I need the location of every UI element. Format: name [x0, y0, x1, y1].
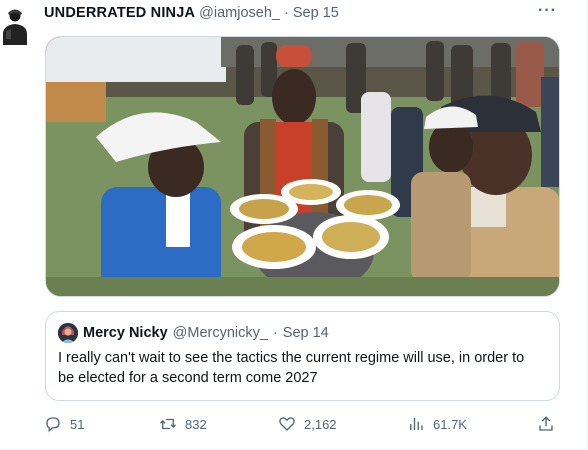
author-handle[interactable]: @iamjoseh_	[199, 5, 280, 21]
retweet-count: 832	[185, 416, 207, 432]
quoted-tweet[interactable]: Mercy Nicky @Mercynicky_ · Sep 14 I real…	[45, 311, 560, 401]
views-button[interactable]: 61.7K	[407, 413, 467, 435]
header-separator: ·	[283, 5, 289, 21]
share-icon	[539, 416, 553, 431]
reply-button[interactable]: 51	[44, 413, 84, 435]
retweet-button[interactable]: 832	[159, 413, 207, 435]
author-avatar[interactable]	[2, 5, 28, 45]
quoted-author-handle: @Mercynicky_	[172, 325, 268, 341]
author-name[interactable]: UNDERRATED NINJA	[44, 5, 195, 21]
views-count: 61.7K	[433, 416, 467, 432]
quoted-tweet-header: Mercy Nicky @Mercynicky_ · Sep 14	[58, 323, 329, 343]
tweet: UNDERRATED NINJA @iamjoseh_ · Sep 15 ···	[0, 0, 588, 450]
tweet-photo[interactable]	[45, 36, 560, 297]
like-count: 2,162	[304, 416, 337, 432]
share-button[interactable]	[537, 413, 555, 435]
more-icon[interactable]: ···	[538, 2, 557, 20]
tweet-timestamp[interactable]: Sep 15	[293, 5, 339, 21]
reply-icon	[46, 417, 60, 433]
like-icon	[279, 417, 295, 431]
like-button[interactable]: 2,162	[278, 413, 337, 435]
reply-count: 51	[70, 416, 85, 432]
quoted-author-avatar[interactable]	[58, 323, 78, 343]
retweet-icon	[160, 418, 176, 430]
quoted-separator: ·	[272, 325, 278, 341]
quoted-author-name: Mercy Nicky	[83, 325, 168, 341]
quoted-tweet-text: I really can't wait to see the tactics t…	[58, 350, 525, 386]
views-icon	[410, 418, 423, 430]
tweet-header: UNDERRATED NINJA @iamjoseh_ · Sep 15	[44, 4, 547, 22]
tweet-actions: 51 832 2,162 61.7K	[44, 413, 560, 435]
quoted-timestamp: Sep 14	[282, 325, 329, 341]
